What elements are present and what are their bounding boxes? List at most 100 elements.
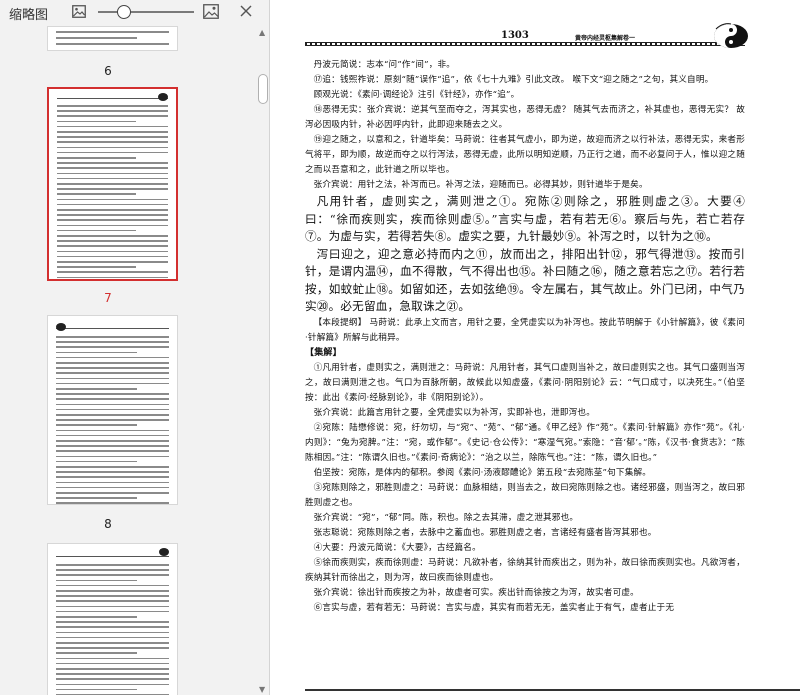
thumbnail-text-line [57, 172, 168, 175]
thumbnail-label: 8 [104, 517, 112, 531]
thumbnail-page-8[interactable] [47, 315, 178, 505]
thumbnail-text-line [56, 336, 169, 338]
thumbnail-text-line [56, 574, 169, 576]
thumbnail-text-line [56, 657, 169, 660]
thumbnail-text-line [57, 209, 168, 211]
page-header: 1303 黄帝内经灵枢集解卷一 [305, 30, 745, 50]
thumbnail-text-line [56, 419, 169, 421]
thumbnail-scrollbar[interactable]: ▲ ▼ [256, 26, 269, 695]
paragraph: ②宛陈：陆懋修说：宛，纡勿切，与“宛”、“苑”、“郁”通。《甲乙经》作“苑”。《… [305, 422, 745, 463]
thumbnail-text-line [56, 678, 169, 680]
paragraph: 张介宾说：徐出针而疾按之为补，故虚者可实。疾出针而徐按之为泻，故实者可虚。 [313, 587, 639, 598]
thumbnail-text-line [56, 388, 137, 390]
taiji-logo-icon [714, 23, 748, 48]
thumbnail-text-line [57, 125, 168, 128]
thumbnail-text-line [56, 579, 137, 582]
scroll-up-arrow-icon[interactable]: ▲ [259, 28, 265, 37]
thumbnail-text-line [57, 120, 136, 123]
thumbnail-text-line [56, 356, 169, 359]
taiji-logo-thumb [56, 323, 66, 331]
running-head: 黄帝内经灵枢集解卷一 [573, 33, 638, 42]
close-icon[interactable] [240, 5, 252, 17]
paragraph: 张介宾说：“宛”，“郁”同。陈，积也。除之去其滞，虚之泄其邪也。 [313, 512, 579, 523]
paragraph: 张志聪说：宛陈则除之者，去脉中之蓄血也。邪胜则虚之者，言诸经有盛者皆泻其邪也。 [313, 527, 657, 538]
zoom-slider-track[interactable] [98, 11, 194, 13]
thumbnail-text-line [56, 372, 169, 374]
thumbnail-text-line [56, 466, 169, 468]
thumbnail-text-line [57, 146, 168, 149]
thumbnail-text-line [57, 276, 168, 279]
thumbnail-text-line [56, 450, 169, 452]
thumbnail-text-line [56, 424, 137, 426]
thumbnail-text-line [56, 595, 169, 597]
document-viewer[interactable]: 1303 黄帝内经灵枢集解卷一 丹波元简说：志本“问”作“间”，非。 ⑰追：钱熙祚… [270, 0, 800, 695]
thumbnail-text-line [56, 642, 169, 644]
thumbnail-label: 7 [104, 291, 112, 305]
page-body: 丹波元简说：志本“问”作“间”，非。 ⑰追：钱熙祚说：原刻“随”误作“追”，依《七… [305, 58, 745, 616]
paragraph: 泻曰迎之，迎之意必持而内之⑪，放而出之，排阳出针⑫，邪气得泄⑬。按而引针，是谓内… [305, 246, 745, 314]
paragraph: ⑱恶得无实：张介宾说：逆其气至而夺之，泻其实也，恶得无虚？ 随其气去而济之，补其… [305, 105, 745, 130]
paragraph: ①凡用针者，虚则实之，满则泄之：马莳说：凡用针者，其气口虚则当补之，故曰虚则实之… [305, 362, 745, 403]
panel-title: 缩略图 [9, 8, 49, 23]
thumbnail-text-line [56, 408, 169, 411]
paragraph: ⑤徐而疾则实，疾而徐则虚：马莳说：凡欲补者，徐纳其针而疾出之，则为补，故曰徐而疾… [305, 557, 745, 583]
scroll-down-arrow-icon[interactable]: ▼ [259, 685, 265, 694]
paragraph: 凡用针者，虚则实之，满则泄之①。宛陈②则除之，邪胜则虚之③。大要④曰：“徐而疾则… [305, 194, 745, 243]
page-number: 1303 [498, 30, 532, 41]
thumbnail-text-line [57, 110, 168, 112]
thumbnail-text-line [57, 224, 168, 227]
thumbnail-text-line [56, 445, 169, 447]
thumbnail-text-line [57, 141, 168, 143]
zoom-slider-handle[interactable] [117, 5, 131, 19]
thumbnail-text-line [56, 398, 169, 400]
thumbnail-page-7[interactable] [47, 87, 178, 281]
image-large-icon[interactable] [203, 4, 219, 19]
thumbnail-text-line [57, 203, 168, 206]
thumbnail-text-line [56, 346, 169, 348]
thumbnail-text-line [57, 193, 136, 195]
page-bottom-edge [305, 689, 800, 691]
thumbnail-text-line [56, 590, 169, 592]
thumbnail-text-line [57, 167, 168, 169]
thumbnail-text-line [56, 429, 169, 432]
document-page: 1303 黄帝内经灵枢集解卷一 丹波元简说：志本“问”作“间”，非。 ⑰追：钱熙祚… [305, 0, 800, 695]
thumbnail-text-line [57, 271, 168, 273]
thumbnail-text-line [56, 460, 137, 463]
thumbnail-text-line [56, 367, 169, 369]
thumbnail-text-line [57, 162, 168, 164]
thumbnail-text-line [57, 157, 136, 159]
thumbnail-text-line [57, 255, 168, 258]
thumbnail-text-line [56, 393, 169, 395]
thumbnail-text-line [57, 219, 168, 221]
thumbnail-text-line [56, 492, 169, 494]
thumbnail-toolbar: 缩略图 [0, 0, 269, 26]
paragraph: ⑰追：钱熙祚说：原刻“随”误作“追”，依《七十九难》引此文改。 喉下文“迎之随之… [313, 75, 714, 85]
thumbnail-list: 6 7 8 [0, 26, 256, 695]
thumbnail-page-9[interactable] [47, 543, 178, 695]
taiji-logo-thumb [158, 93, 168, 101]
thumbnail-text-line [57, 151, 168, 154]
paragraph: 【本段提纲】 马莳说：此承上文而言，用针之要，全凭虚实以为补泻也。按此节明解于《… [305, 317, 745, 343]
paragraph: ④大要：丹波元简说：《大要》，古经篇名。 [313, 542, 481, 553]
paragraph: 顾观光说：《素问·调经论》注引《针经》，亦作“追”。 [313, 90, 520, 100]
thumbnail-text-line [57, 183, 168, 185]
section-heading: 【集解】 [305, 347, 342, 358]
thumbnail-text-line [57, 266, 136, 268]
thumbnail-text-line [56, 683, 169, 686]
thumbnail-text-line [56, 497, 137, 499]
thumbnail-text-line [56, 414, 169, 416]
thumbnail-text-line [57, 240, 168, 242]
thumbnail-text-line [57, 131, 168, 133]
thumbnail-text-line [56, 564, 169, 566]
scrollbar-thumb[interactable] [258, 74, 268, 104]
paragraph: 伯坚按：宛陈，是体内的郁积。参阅《素问·汤液醪醴论》第五段“去宛陈莝”句下集解。 [313, 467, 652, 478]
thumbnail-text-line [57, 198, 168, 201]
thumbnail-page-6[interactable] [47, 26, 178, 51]
paragraph: 张介宾说：用针之法，补泻而已。补泻之法，迎随而已。必得其妙，则针道毕于是矣。 [313, 180, 648, 190]
thumbnail-text-line [56, 440, 169, 442]
thumbnail-text-line [56, 471, 169, 473]
thumbnail-text-line [56, 662, 169, 665]
image-small-icon[interactable] [72, 5, 86, 18]
thumbnail-text-line [56, 636, 169, 639]
thumbnail-text-line [56, 605, 169, 608]
